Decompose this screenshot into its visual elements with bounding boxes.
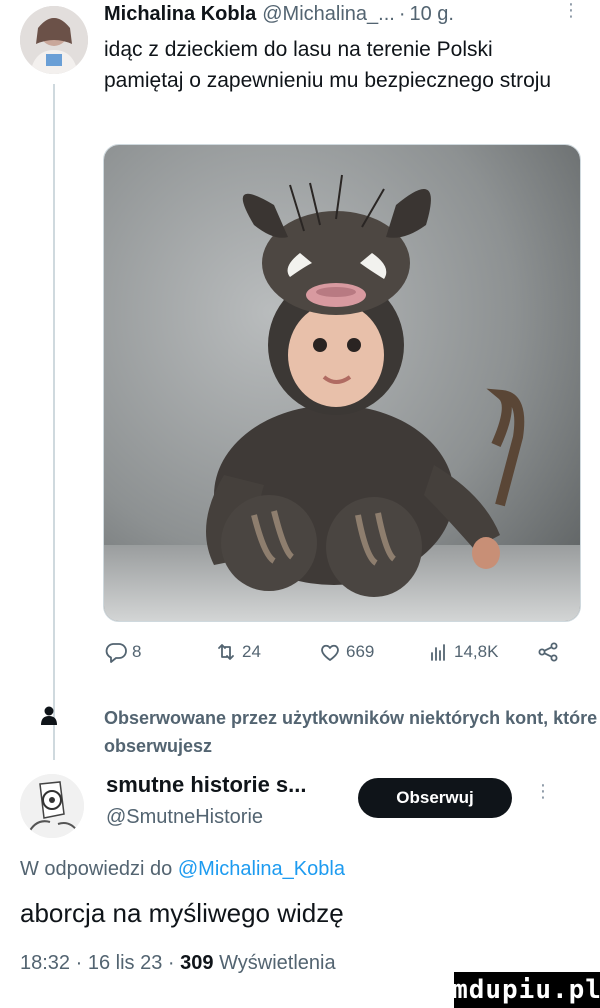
suggested-avatar[interactable] bbox=[20, 774, 84, 838]
reply-context-mention[interactable]: @Michalina_Kobla bbox=[178, 858, 345, 880]
reply-text: aborcja na myśliwego widzę bbox=[20, 898, 344, 928]
like-button[interactable]: 669 bbox=[318, 640, 374, 664]
reply-time[interactable]: 18:32 bbox=[20, 952, 70, 974]
suggested-more-icon[interactable]: ⋮ bbox=[534, 782, 552, 800]
tweet-actions: 8 24 669 14,8K bbox=[104, 640, 580, 670]
reply-button[interactable]: 8 bbox=[104, 640, 141, 664]
tweet-header: Michalina Kobla @Michalina_... · 10 g. ⋮ bbox=[104, 1, 580, 33]
author-display-name[interactable]: Michalina Kobla bbox=[104, 3, 256, 26]
retweet-button[interactable]: 24 bbox=[214, 640, 261, 664]
author-handle[interactable]: @Michalina_... bbox=[262, 3, 395, 26]
reply-context-prefix: W odpowiedzi do bbox=[20, 858, 178, 880]
reply-count: 8 bbox=[132, 642, 142, 661]
tweet-photo bbox=[104, 145, 580, 621]
retweet-count: 24 bbox=[242, 642, 261, 661]
reply-meta: 18:32 · 16 lis 23 · 309 Wyświetlenia bbox=[20, 952, 336, 975]
person-icon bbox=[41, 706, 57, 725]
share-icon bbox=[538, 642, 558, 662]
followed-by-notice: Obserwowane przez użytkowników niektóryc… bbox=[18, 704, 598, 764]
thread-line bbox=[53, 84, 55, 760]
reply-context: W odpowiedzi do @Michalina_Kobla bbox=[20, 858, 345, 881]
views-button[interactable]: 14,8K bbox=[426, 640, 498, 664]
more-options-icon[interactable]: ⋮ bbox=[562, 1, 580, 19]
tweet-text: idąc z dzieckiem do lasu na terenie Pols… bbox=[104, 38, 552, 92]
reply-views-label: Wyświetlenia bbox=[219, 952, 336, 974]
site-watermark: mdupiu.pl bbox=[452, 972, 600, 1008]
suggested-avatar-image bbox=[20, 774, 84, 838]
reply-date[interactable]: 16 lis 23 bbox=[88, 952, 163, 974]
reply-icon bbox=[105, 643, 127, 663]
author-avatar-image bbox=[20, 6, 88, 74]
retweet-icon bbox=[218, 644, 234, 660]
meta-separator-2: · bbox=[167, 952, 181, 974]
like-count: 669 bbox=[346, 642, 375, 661]
suggested-account: smutne historie s... @SmutneHistorie Obs… bbox=[0, 772, 600, 856]
follow-button[interactable]: Obserwuj bbox=[358, 778, 512, 818]
header-separator: · bbox=[398, 3, 406, 25]
views-icon bbox=[431, 644, 445, 661]
share-button[interactable] bbox=[536, 640, 564, 664]
heart-icon bbox=[321, 644, 339, 661]
suggested-handle[interactable]: @SmutneHistorie bbox=[106, 806, 263, 829]
reply-views-count: 309 bbox=[180, 952, 214, 974]
tweet-media[interactable] bbox=[103, 144, 581, 622]
notice-text: Obserwowane przez użytkowników niektóryc… bbox=[104, 708, 598, 756]
suggested-name[interactable]: smutne historie s... bbox=[106, 772, 307, 798]
tweet-time[interactable]: 10 g. bbox=[410, 3, 454, 26]
views-count: 14,8K bbox=[454, 642, 499, 661]
meta-separator-1: · bbox=[75, 952, 88, 974]
author-avatar[interactable] bbox=[20, 6, 88, 74]
